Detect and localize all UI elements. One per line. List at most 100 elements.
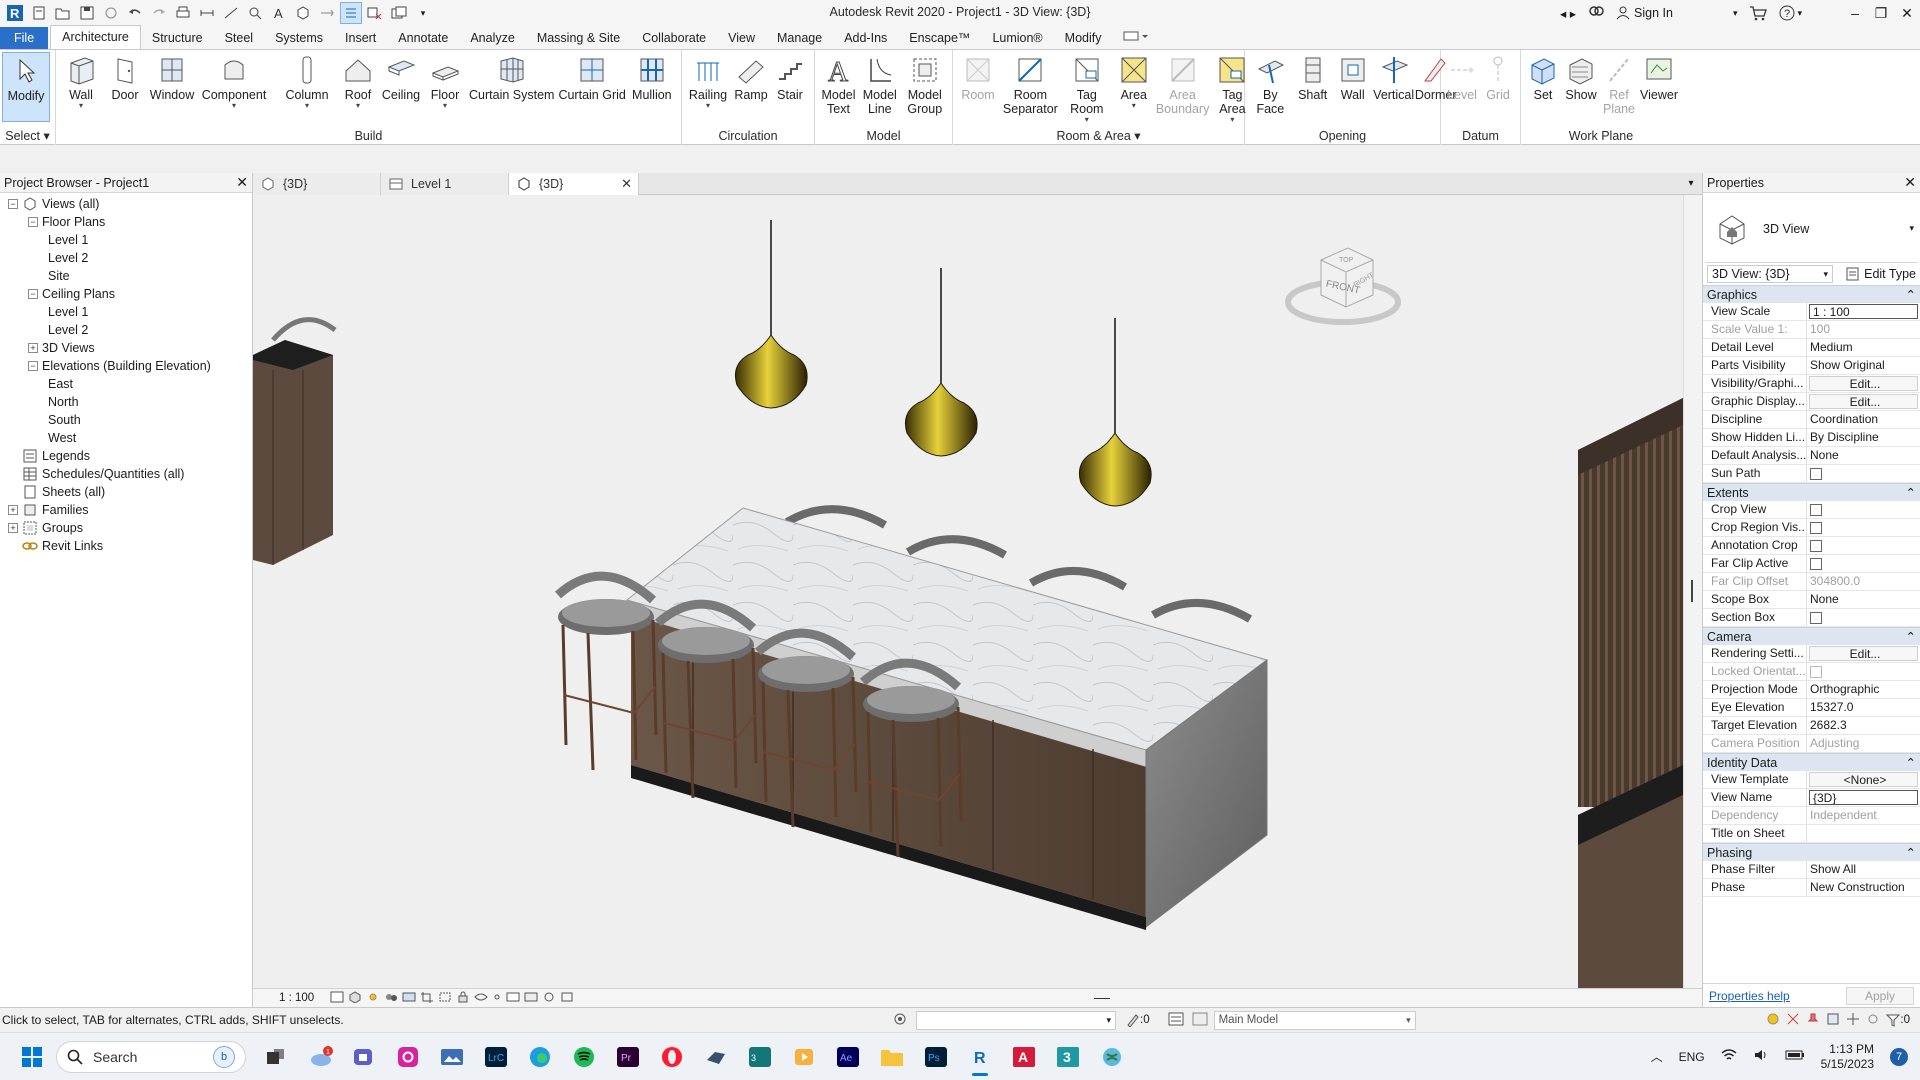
tab-annotate[interactable]: Annotate — [387, 27, 459, 49]
design-option-selector[interactable]: Main Model ▾ — [1213, 1010, 1416, 1030]
ceiling-button[interactable]: Ceiling — [379, 52, 423, 102]
curtain-grid-button[interactable]: Curtain Grid — [556, 52, 627, 102]
select-underlay-icon[interactable] — [1786, 1012, 1800, 1029]
property-edit-button[interactable]: Edit... — [1809, 646, 1918, 661]
property-section-header[interactable]: Identity Data ⌃ — [1703, 753, 1920, 771]
tab-analyze[interactable]: Analyze — [459, 27, 525, 49]
viewcube-top-label[interactable]: TOP — [1339, 257, 1354, 264]
select-by-face-icon[interactable] — [1826, 1012, 1840, 1029]
reveal-hidden-icon[interactable] — [506, 991, 520, 1006]
tab-steel[interactable]: Steel — [214, 27, 265, 49]
tab-modify[interactable]: Modify — [1054, 27, 1113, 49]
edge-icon[interactable] — [520, 1037, 560, 1077]
property-checkbox[interactable] — [1807, 519, 1920, 536]
grid-button[interactable]: Grid — [1480, 52, 1516, 102]
measure-icon[interactable] — [196, 2, 218, 24]
property-checkbox[interactable] — [1807, 501, 1920, 518]
properties-help-link[interactable]: Properties help — [1709, 989, 1790, 1003]
browser-node[interactable]: Legends — [0, 447, 252, 465]
analytical-model-icon[interactable] — [542, 991, 556, 1006]
room-button[interactable]: Room — [956, 52, 1000, 102]
expand-icon[interactable]: + — [8, 523, 18, 533]
shadows-icon[interactable] — [384, 991, 398, 1006]
railing-button[interactable]: Railing ▾ — [685, 52, 731, 110]
nav-arrows[interactable]: ◂ ▸ — [1560, 6, 1576, 21]
property-value[interactable]: Orthographic — [1807, 681, 1920, 698]
sign-in-button[interactable]: Sign In ▾ — [1616, 6, 1737, 20]
property-value[interactable]: Medium — [1807, 339, 1920, 356]
photos-app-icon[interactable] — [432, 1037, 472, 1077]
browser-node[interactable]: − Views (all) — [0, 195, 252, 213]
expand-icon[interactable]: + — [28, 343, 38, 353]
steam-icon[interactable] — [696, 1037, 736, 1077]
sync-icon[interactable] — [100, 2, 122, 24]
switch-windows-icon[interactable] — [388, 2, 410, 24]
browser-node[interactable]: Level 1 — [0, 231, 252, 249]
property-checkbox[interactable] — [1807, 555, 1920, 572]
battery-icon[interactable] — [1785, 1049, 1805, 1064]
media-player-icon[interactable] — [784, 1037, 824, 1077]
section-icon[interactable] — [316, 2, 338, 24]
wifi-icon[interactable] — [1721, 1048, 1737, 1065]
undo-icon[interactable] — [124, 2, 146, 24]
tab-lumion[interactable]: Lumion® — [981, 27, 1053, 49]
view-tab-3d[interactable]: {3D} — [253, 173, 381, 195]
collapse-section-icon[interactable]: ⌃ — [1906, 287, 1916, 302]
default-3d-view-icon[interactable] — [292, 2, 314, 24]
property-section-header[interactable]: Extents ⌃ — [1703, 483, 1920, 501]
close-icon[interactable]: ✕ — [1904, 174, 1916, 191]
viewport-scrollbar[interactable] — [1683, 195, 1702, 988]
ref-plane-button[interactable]: Ref Plane — [1600, 52, 1638, 116]
clock[interactable]: 1:13 PM 5/15/2023 — [1821, 1042, 1874, 1072]
property-value[interactable]: 2682.3 — [1807, 717, 1920, 734]
collapse-section-icon[interactable]: ⌃ — [1906, 485, 1916, 500]
tab-add-ins[interactable]: Add-Ins — [833, 27, 898, 49]
property-value[interactable]: Show Original — [1807, 357, 1920, 374]
property-value[interactable]: {3D} — [1809, 790, 1918, 805]
window-button[interactable]: Window — [147, 52, 197, 102]
tab-architecture[interactable]: Architecture — [50, 25, 141, 49]
weather-icon[interactable]: 1 — [300, 1037, 340, 1077]
property-value[interactable]: New Construction — [1807, 879, 1920, 896]
cart-icon[interactable] — [1749, 5, 1768, 21]
worksharing-display-icon[interactable] — [524, 991, 538, 1006]
panel-label-select[interactable]: Select ▾ — [0, 128, 55, 143]
3d-viewport[interactable]: FRONT RIGHT TOP — [253, 195, 1683, 988]
wall-opening-button[interactable]: Wall — [1333, 52, 1373, 102]
browser-node[interactable]: North — [0, 393, 252, 411]
hscroll-indicator[interactable] — [1094, 997, 1111, 999]
property-edit-button[interactable]: <None> — [1809, 772, 1918, 787]
3ds-max-icon[interactable]: 3 — [740, 1037, 780, 1077]
open-icon[interactable] — [52, 2, 74, 24]
close-hidden-windows-icon[interactable] — [364, 2, 386, 24]
property-section-header[interactable]: Graphics ⌃ — [1703, 285, 1920, 303]
lock-3d-view-icon[interactable] — [456, 991, 470, 1006]
autocad-icon[interactable]: A — [1004, 1037, 1044, 1077]
volume-icon[interactable] — [1753, 1048, 1769, 1065]
room-separator-button[interactable]: Room Separator — [1000, 52, 1061, 116]
browser-node[interactable]: − Ceiling Plans — [0, 285, 252, 303]
browser-node[interactable]: Revit Links — [0, 537, 252, 555]
select-links-icon[interactable] — [1766, 1012, 1780, 1029]
shaft-button[interactable]: Shaft — [1293, 52, 1333, 102]
property-value[interactable]: Coordination — [1807, 411, 1920, 428]
teams-icon[interactable] — [344, 1037, 384, 1077]
3ds-max-2-icon[interactable]: 3 — [1048, 1037, 1088, 1077]
browser-node[interactable]: East — [0, 375, 252, 393]
help-icon[interactable]: ? ▾ — [1779, 5, 1802, 21]
browser-node[interactable]: + Groups — [0, 519, 252, 537]
view-tab-level-1[interactable]: Level 1 — [381, 173, 509, 195]
editable-only-indicator[interactable]: :0 — [1126, 1013, 1150, 1027]
collapse-icon[interactable]: − — [28, 217, 38, 227]
property-section-header[interactable]: Camera ⌃ — [1703, 627, 1920, 645]
close-icon[interactable]: ✕ — [236, 174, 248, 191]
taskbar-search[interactable]: Search b — [56, 1040, 246, 1073]
after-effects-icon[interactable]: Ae — [828, 1037, 868, 1077]
design-options-editor-icon[interactable] — [1192, 1012, 1208, 1029]
collapse-icon[interactable]: − — [8, 199, 18, 209]
tag-icon[interactable] — [244, 2, 266, 24]
ribbon-minimize-toggle[interactable] — [1112, 27, 1160, 49]
background-process-icon[interactable] — [1866, 1012, 1880, 1029]
mullion-button[interactable]: Mullion — [628, 52, 676, 102]
property-value[interactable]: None — [1807, 447, 1920, 464]
